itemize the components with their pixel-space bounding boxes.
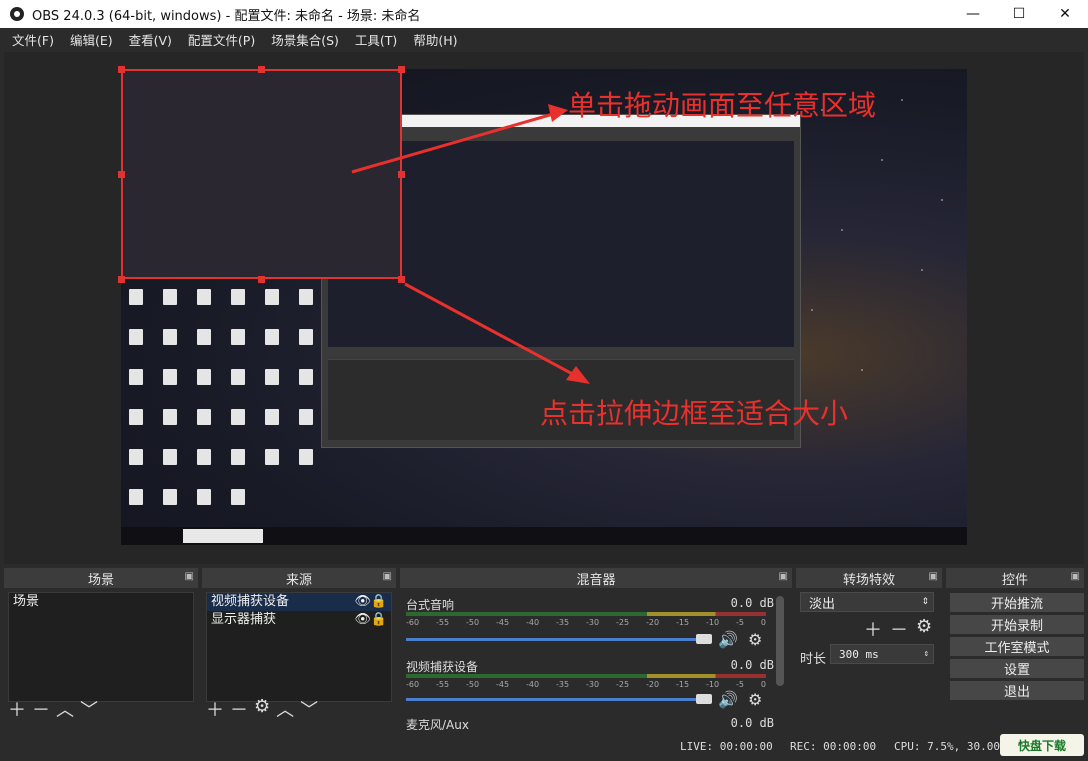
source-item[interactable]: 视频捕获设备 👁 🔒 [207, 593, 391, 611]
gear-icon[interactable]: ⚙ [916, 616, 932, 637]
gear-icon[interactable]: ⚙ [254, 696, 270, 722]
remove-scene-icon[interactable]: － [32, 696, 50, 722]
float-icon[interactable]: ▣ [779, 571, 788, 582]
move-up-icon[interactable]: ︿ [276, 696, 294, 722]
mixer-channel-db: 0.0 dB [730, 716, 774, 730]
move-up-icon[interactable]: ︿ [56, 696, 74, 722]
mixer-channel-db: 0.0 dB [730, 658, 774, 672]
float-icon[interactable]: ▣ [383, 571, 392, 582]
exit-button[interactable]: 退出 [950, 681, 1084, 700]
scenes-dock: 场景 ＋ － ︿ ﹀ [4, 590, 198, 728]
volume-meter [406, 674, 766, 678]
volume-slider[interactable] [406, 638, 706, 641]
meter-ticks: -60 -55 -50 -45 -40 -35 -30 -25 -20 -15 -10 -5 0 [406, 680, 766, 689]
controls-dock-title: 控件 ▣ [946, 568, 1084, 588]
mixer-channel-name: 视频捕获设备 [406, 660, 479, 674]
mixer-dock: 台式音响 0.0 dB -60 -55 -50 -45 -40 -35 -30 -25 -20-… [400, 590, 792, 732]
duration-label: 时长 [800, 652, 827, 667]
transitions-dock: 淡出 ⇕ ＋ － ⚙ 时长 300 ms ⇕ [796, 590, 942, 728]
add-transition-icon[interactable]: ＋ [864, 616, 882, 642]
gear-icon[interactable]: ⚙ [748, 630, 762, 649]
studio-mode-button[interactable]: 工作室模式 [950, 637, 1084, 656]
rec-status: REC: 00:00:00 [790, 740, 877, 753]
volume-slider-knob[interactable] [696, 634, 712, 644]
duration-input[interactable]: 300 ms ⇕ [830, 644, 934, 664]
visibility-eye-icon[interactable]: 👁 [354, 611, 371, 629]
mixer-channel-name: 台式音响 [406, 598, 455, 612]
settings-button[interactable]: 设置 [950, 659, 1084, 678]
visibility-eye-icon[interactable]: 👁 [354, 593, 371, 611]
speaker-icon[interactable]: 🔊 [718, 630, 738, 649]
add-source-icon[interactable]: ＋ [206, 696, 224, 722]
volume-meter [406, 612, 766, 616]
float-icon[interactable]: ▣ [1071, 571, 1080, 582]
remove-transition-icon[interactable]: － [890, 616, 908, 642]
lock-icon[interactable]: 🔒 [371, 611, 387, 629]
status-bar: LIVE: 00:00:00 REC: 00:00:00 CPU: 7.5%, … [0, 730, 1088, 761]
start-streaming-button[interactable]: 开始推流 [950, 593, 1084, 612]
transitions-dock-title: 转场特效 ▣ [796, 568, 942, 588]
source-item[interactable]: 显示器捕获 👁 🔒 [207, 611, 391, 629]
start-recording-button[interactable]: 开始录制 [950, 615, 1084, 634]
mixer-channel-db: 0.0 dB [730, 596, 774, 610]
speaker-icon[interactable]: 🔊 [718, 690, 738, 709]
mixer-dock-title: 混音器 ▣ [400, 568, 792, 588]
meter-ticks: -60 -55 -50 -45 -40 -35 -30 -25 -20 -15 -10 -5 0 [406, 618, 766, 627]
live-status: LIVE: 00:00:00 [680, 740, 773, 753]
annotation-resize: 点击拉伸边框至适合大小 [540, 397, 849, 430]
float-icon[interactable]: ▣ [185, 571, 194, 582]
cpu-status: CPU: 7.5%, 30.00 f [894, 740, 1014, 753]
sources-dock-title: 来源 ▣ [202, 568, 396, 588]
sources-list: 视频捕获设备 👁 🔒 显示器捕获 👁 🔒 [206, 592, 392, 702]
scenes-dock-title: 场景 ▣ [4, 568, 198, 588]
gear-icon[interactable]: ⚙ [748, 690, 762, 709]
mixer-scrollbar[interactable] [776, 596, 784, 686]
scene-item[interactable]: 场景 [9, 593, 193, 611]
move-down-icon[interactable]: ﹀ [300, 696, 318, 722]
remove-source-icon[interactable]: － [230, 696, 248, 722]
sources-dock: 视频捕获设备 👁 🔒 显示器捕获 👁 🔒 ＋ － ⚙ ︿ ﹀ [202, 590, 396, 728]
lock-icon[interactable]: 🔒 [371, 593, 387, 611]
scenes-list: 场景 [8, 592, 194, 702]
annotation-drag: 单击拖动画面至任意区域 [568, 89, 877, 122]
add-scene-icon[interactable]: ＋ [8, 696, 26, 722]
move-down-icon[interactable]: ﹀ [80, 696, 98, 722]
watermark-logo: 快盘下载 [1000, 734, 1084, 756]
volume-slider[interactable] [406, 698, 706, 701]
volume-slider-knob[interactable] [696, 694, 712, 704]
float-icon[interactable]: ▣ [929, 571, 938, 582]
transition-select[interactable]: 淡出 ⇕ [800, 592, 934, 612]
